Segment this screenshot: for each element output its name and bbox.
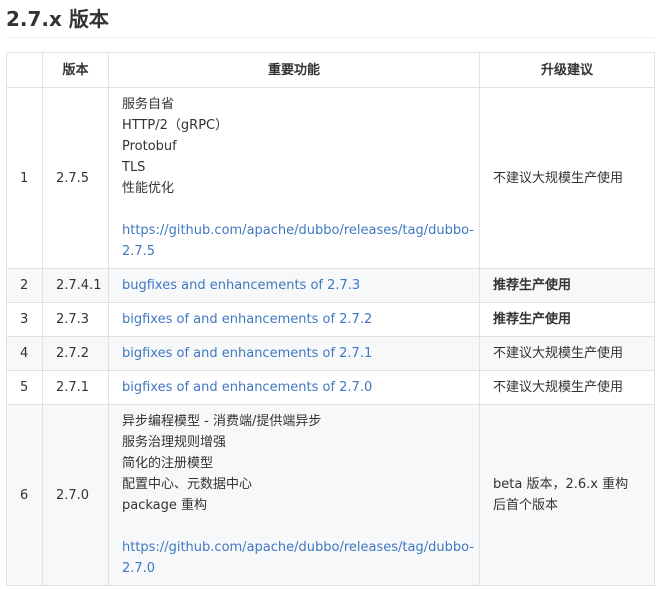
version-table: 版本 重要功能 升级建议 1 2.7.5 服务自省 HTTP/2（gRPC） P… <box>6 52 655 586</box>
table-row: 4 2.7.2 bigfixes of and enhancements of … <box>6 336 655 371</box>
row-version: 2.7.0 <box>42 404 109 586</box>
table-header-row: 版本 重要功能 升级建议 <box>6 52 655 88</box>
row-features: 服务自省 HTTP/2（gRPC） Protobuf TLS 性能优化 http… <box>108 87 480 269</box>
release-link-line: https://github.com/apache/dubbo/releases… <box>122 540 474 555</box>
row-version: 2.7.4.1 <box>42 268 109 303</box>
header-index <box>6 52 43 88</box>
release-link[interactable]: bigfixes of and enhancements of 2.7.0 <box>122 380 372 395</box>
row-features: 异步编程模型 - 消费端/提供端异步 服务治理规则增强 简化的注册模型 配置中心… <box>108 404 480 586</box>
row-advice: beta 版本，2.6.x 重构 后首个版本 <box>479 404 655 586</box>
header-features: 重要功能 <box>108 52 480 88</box>
row-version: 2.7.3 <box>42 302 109 337</box>
table-row: 3 2.7.3 bigfixes of and enhancements of … <box>6 302 655 337</box>
advice-line: 后首个版本 <box>493 498 559 513</box>
feature-item: 性能优化 <box>122 181 175 196</box>
release-link[interactable]: bigfixes of and enhancements of 2.7.2 <box>122 312 372 327</box>
table-row: 2 2.7.4.1 bugfixes and enhancements of 2… <box>6 268 655 303</box>
table-row: 5 2.7.1 bigfixes of and enhancements of … <box>6 370 655 405</box>
row-advice: 不建议大规模生产使用 <box>479 87 655 269</box>
row-version: 2.7.1 <box>42 370 109 405</box>
header-advice: 升级建议 <box>479 52 655 88</box>
row-advice: 推荐生产使用 <box>479 268 655 303</box>
row-features: bigfixes of and enhancements of 2.7.0 <box>108 370 480 405</box>
feature-item: package 重构 <box>122 498 208 513</box>
table-row: 1 2.7.5 服务自省 HTTP/2（gRPC） Protobuf TLS 性… <box>6 87 655 269</box>
release-link-line: 2.7.0 <box>122 561 156 576</box>
row-index: 6 <box>6 404 43 586</box>
release-link-line: https://github.com/apache/dubbo/releases… <box>122 223 474 238</box>
release-link[interactable]: https://github.com/apache/dubbo/releases… <box>122 220 474 262</box>
feature-item: 配置中心、元数据中心 <box>122 477 253 492</box>
row-index: 5 <box>6 370 43 405</box>
feature-item: 服务治理规则增强 <box>122 435 227 450</box>
table-row: 6 2.7.0 异步编程模型 - 消费端/提供端异步 服务治理规则增强 简化的注… <box>6 404 655 586</box>
row-index: 4 <box>6 336 43 371</box>
row-advice: 推荐生产使用 <box>479 302 655 337</box>
feature-item: Protobuf <box>122 139 177 154</box>
row-features: bigfixes of and enhancements of 2.7.2 <box>108 302 480 337</box>
release-link[interactable]: bigfixes of and enhancements of 2.7.1 <box>122 346 372 361</box>
row-features: bigfixes of and enhancements of 2.7.1 <box>108 336 480 371</box>
feature-item: 简化的注册模型 <box>122 456 214 471</box>
row-index: 2 <box>6 268 43 303</box>
row-index: 3 <box>6 302 43 337</box>
advice-line: beta 版本，2.6.x 重构 <box>493 477 629 492</box>
section-heading: 2.7.x 版本 <box>6 0 654 38</box>
feature-item: HTTP/2（gRPC） <box>122 118 229 133</box>
row-advice: 不建议大规模生产使用 <box>479 336 655 371</box>
feature-item: 异步编程模型 - 消费端/提供端异步 <box>122 414 322 429</box>
row-version: 2.7.2 <box>42 336 109 371</box>
header-version: 版本 <box>42 52 109 88</box>
feature-item: 服务自省 <box>122 97 175 112</box>
row-features: bugfixes and enhancements of 2.7.3 <box>108 268 480 303</box>
row-advice: 不建议大规模生产使用 <box>479 370 655 405</box>
feature-item: TLS <box>122 160 146 175</box>
row-index: 1 <box>6 87 43 269</box>
page: 2.7.x 版本 版本 重要功能 升级建议 1 2.7.5 服务自省 HTTP/… <box>6 0 655 586</box>
release-link-line: 2.7.5 <box>122 244 156 259</box>
release-link[interactable]: bugfixes and enhancements of 2.7.3 <box>122 278 360 293</box>
release-link[interactable]: https://github.com/apache/dubbo/releases… <box>122 537 474 579</box>
row-version: 2.7.5 <box>42 87 109 269</box>
